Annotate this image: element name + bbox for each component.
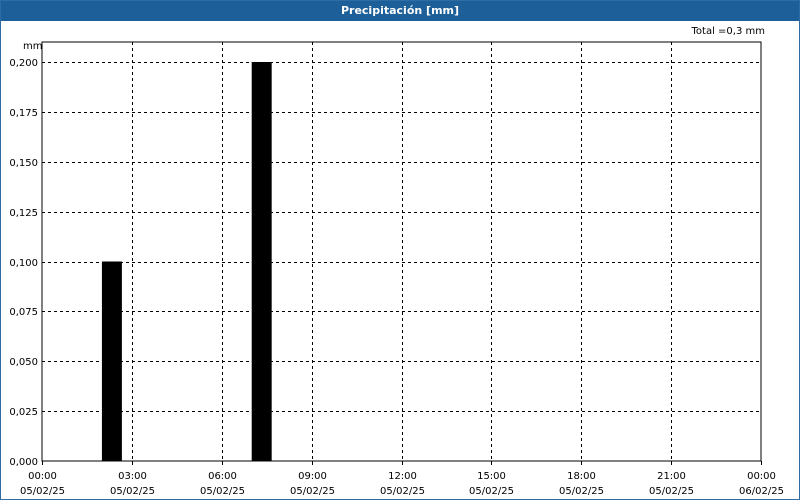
x-tick-date: 05/02/25 [380, 486, 425, 497]
x-tick-date: 05/02/25 [290, 486, 335, 497]
x-tick-date: 05/02/25 [20, 486, 65, 497]
x-tick-time: 00:00 [28, 471, 57, 482]
precipitation-bar [251, 62, 272, 461]
x-tick-time: 03:00 [118, 471, 147, 482]
x-tick-date: 05/02/25 [200, 486, 245, 497]
precipitation-bar [101, 261, 122, 461]
x-tick-time: 18:00 [567, 471, 596, 482]
x-tick-date: 05/02/25 [649, 486, 694, 497]
y-tick-label: 0,100 [9, 258, 38, 269]
x-tick-date: 05/02/25 [559, 486, 604, 497]
precipitation-chart: 0,000 0,025 0,050 0,075 0,100 0,125 0,150 0,175… [9, 41, 784, 497]
y-tick-label: 0,075 [9, 307, 38, 318]
y-tick-label: 0,050 [9, 357, 38, 368]
x-tick-time: 15:00 [477, 471, 506, 482]
x-tick-time: 06:00 [208, 471, 237, 482]
x-tick-time: 09:00 [298, 471, 327, 482]
y-tick-label: 0,200 [9, 58, 38, 69]
x-tick-time: 00:00 [747, 471, 776, 482]
x-tick-date: 05/02/25 [469, 486, 514, 497]
y-tick-label: 0,000 [9, 457, 38, 468]
plot-area [41, 41, 762, 462]
y-tick-label: 0,025 [9, 407, 38, 418]
x-tick-time: 12:00 [388, 471, 417, 482]
x-tick-date: 06/02/25 [739, 486, 784, 497]
y-tick-label: 0,125 [9, 208, 38, 219]
y-tick-label: 0,175 [9, 108, 38, 119]
x-tick-time: 21:00 [657, 471, 686, 482]
y-tick-label: 0,150 [9, 158, 38, 169]
chart-window: Precipitación [mm] Total =0,3 mm mm 0,00… [0, 0, 800, 500]
x-tick-date: 05/02/25 [110, 486, 155, 497]
